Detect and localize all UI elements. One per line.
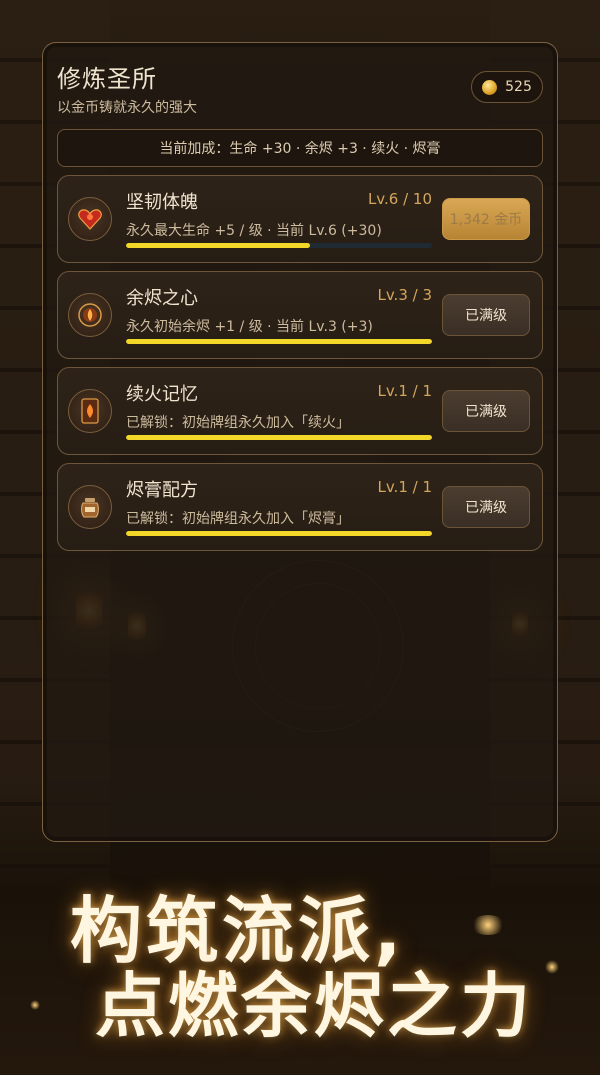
- salve-jar-icon: [68, 485, 112, 529]
- upgrade-progress-bar: [126, 531, 432, 536]
- heart-gem-icon: [68, 197, 112, 241]
- upgrade-maxed-button[interactable]: 已满级: [442, 294, 530, 336]
- upgrade-description: 已解锁：初始牌组永久加入「烬膏」: [126, 511, 350, 527]
- upgrade-description: 已解锁：初始牌组永久加入「续火」: [126, 415, 350, 431]
- upgrade-progress-bar: [126, 435, 432, 440]
- upgrade-name: 坚韧体魄: [126, 192, 198, 213]
- upgrade-maxed-button[interactable]: 已满级: [442, 486, 530, 528]
- upgrade-buy-button[interactable]: 1,342 金币: [442, 198, 530, 240]
- upgrade-progress-bar: [126, 339, 432, 344]
- current-bonus-text: 当前加成：生命 +30 · 余烬 +3 · 续火 · 烬膏: [159, 141, 441, 157]
- upgrade-progress-fill: [126, 243, 310, 248]
- page-title: 修炼圣所: [57, 65, 157, 93]
- promo-slogan-line2: 点燃余烬之力: [95, 965, 533, 1047]
- upgrade-progress-fill: [126, 435, 432, 440]
- upgrade-level: Lv.6 / 10: [367, 190, 432, 208]
- game-screen: 修炼圣所 以金币铸就永久的强大 525 当前加成：生命 +30 · 余烬 +3 …: [0, 0, 600, 1075]
- current-bonus-bar: 当前加成：生命 +30 · 余烬 +3 · 续火 · 烬膏: [57, 129, 543, 167]
- upgrade-level: Lv.1 / 1: [377, 478, 432, 496]
- sanctuary-panel: 修炼圣所 以金币铸就永久的强大 525 当前加成：生命 +30 · 余烬 +3 …: [42, 42, 558, 842]
- upgrade-name: 续火记忆: [126, 384, 198, 405]
- upgrade-description: 永久最大生命 +5 / 级 · 当前 Lv.6 (+30): [126, 223, 382, 239]
- upgrade-level: Lv.1 / 1: [377, 382, 432, 400]
- gold-counter: 525: [471, 71, 543, 103]
- ember-spark-icon: [30, 1000, 40, 1010]
- upgrade-maxed-button[interactable]: 已满级: [442, 390, 530, 432]
- upgrade-progress-fill: [126, 339, 432, 344]
- upgrade-level: Lv.3 / 3: [377, 286, 432, 304]
- upgrade-name: 余烬之心: [126, 288, 198, 309]
- ember-spark-icon: [470, 915, 506, 935]
- page-subtitle: 以金币铸就永久的强大: [57, 100, 197, 116]
- upgrade-card-flame-memory: 续火记忆 Lv.1 / 1 已解锁：初始牌组永久加入「续火」 已满级: [57, 367, 543, 455]
- upgrade-card-salve-recipe: 烬膏配方 Lv.1 / 1 已解锁：初始牌组永久加入「烬膏」 已满级: [57, 463, 543, 551]
- ember-spark-icon: [545, 960, 559, 974]
- flame-card-icon: [68, 389, 112, 433]
- upgrade-card-ember-heart: 余烬之心 Lv.3 / 3 永久初始余烬 +1 / 级 · 当前 Lv.3 (+…: [57, 271, 543, 359]
- upgrade-description: 永久初始余烬 +1 / 级 · 当前 Lv.3 (+3): [126, 319, 373, 335]
- gold-amount: 525: [505, 79, 532, 95]
- upgrade-card-vitality: 坚韧体魄 Lv.6 / 10 永久最大生命 +5 / 级 · 当前 Lv.6 (…: [57, 175, 543, 263]
- upgrade-progress-bar: [126, 243, 432, 248]
- gold-coin-icon: [482, 79, 498, 95]
- upgrade-progress-fill: [126, 531, 432, 536]
- ember-core-icon: [68, 293, 112, 337]
- upgrade-name: 烬膏配方: [126, 480, 198, 501]
